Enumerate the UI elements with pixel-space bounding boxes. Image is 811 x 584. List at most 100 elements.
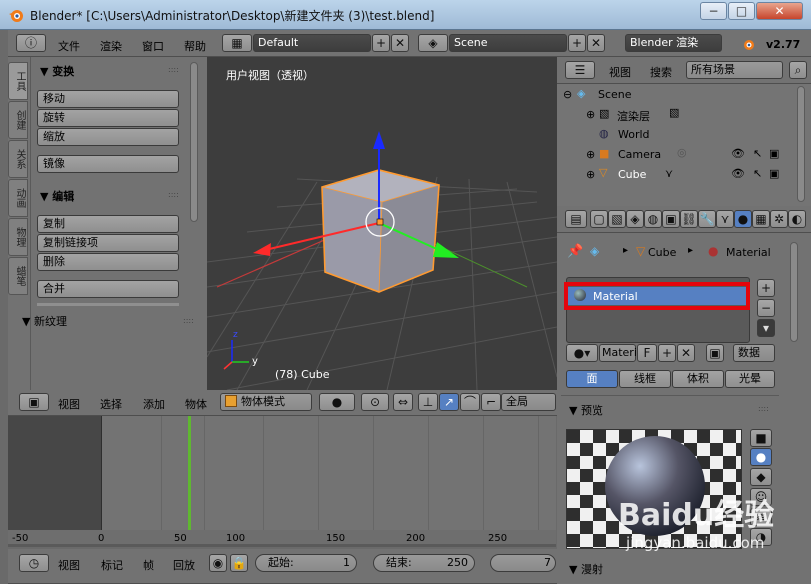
visibility-eye-icon[interactable]: 👁 bbox=[731, 167, 745, 180]
screen-layout-icon[interactable]: ▦ bbox=[222, 34, 252, 52]
mirror-button[interactable]: 镜像 bbox=[37, 155, 179, 173]
modifiers-tab-icon[interactable]: 🔧 bbox=[698, 210, 716, 228]
transform-manipulator-icon[interactable]: ⊥ bbox=[418, 393, 438, 411]
current-frame-field[interactable]: 7 bbox=[490, 554, 556, 572]
outliner-row-scene[interactable]: Scene bbox=[598, 88, 632, 101]
duplicate-button[interactable]: 复制 bbox=[37, 215, 179, 233]
constraints-tab-icon[interactable]: ⛓ bbox=[680, 210, 698, 228]
remove-slot-icon[interactable]: − bbox=[757, 299, 775, 317]
tab-physics[interactable]: 物理 bbox=[8, 218, 28, 256]
expand-icon[interactable]: ⊕ bbox=[586, 168, 595, 181]
translate-button[interactable]: 移动 bbox=[37, 90, 179, 108]
drag-handle-icon[interactable]: :::: bbox=[168, 190, 179, 199]
render-layers-tab-icon[interactable]: ▧ bbox=[608, 210, 626, 228]
tab-surface[interactable]: 面 bbox=[566, 370, 618, 388]
menu-view[interactable]: 视图 bbox=[58, 396, 80, 412]
outliner-row-cube[interactable]: Cube bbox=[618, 168, 646, 181]
timeline-editor-icon[interactable]: ◷ bbox=[19, 554, 49, 572]
rotate-manipulator-icon[interactable]: ⌒ bbox=[460, 393, 480, 411]
translate-manipulator-icon[interactable]: ↗ bbox=[439, 393, 459, 411]
timeline-menu-playback[interactable]: 回放 bbox=[173, 557, 195, 573]
visibility-eye-icon[interactable]: 👁 bbox=[731, 147, 745, 160]
drag-handle-icon[interactable]: :::: bbox=[758, 404, 769, 413]
scale-manipulator-icon[interactable]: ⌐ bbox=[481, 393, 501, 411]
viewport-shading-icon[interactable]: ● bbox=[319, 393, 355, 411]
properties-scrollbar[interactable] bbox=[790, 242, 798, 342]
scale-button[interactable]: 缩放 bbox=[37, 128, 179, 146]
preview-panel-title[interactable]: ▼ 预览 bbox=[569, 402, 603, 418]
new-material-icon[interactable]: + bbox=[658, 344, 676, 362]
renderability-camera-icon[interactable]: ▣ bbox=[769, 167, 779, 180]
rotate-button[interactable]: 旋转 bbox=[37, 109, 179, 127]
properties-editor-icon[interactable]: ▤ bbox=[565, 210, 587, 228]
auto-key-icon[interactable]: ◉ bbox=[209, 554, 227, 572]
scene-tab-icon[interactable]: ◈ bbox=[626, 210, 644, 228]
material-name-field[interactable]: Materi bbox=[599, 344, 637, 362]
tab-grease-pencil[interactable]: 蜡笔 bbox=[8, 257, 28, 295]
tool-shelf-scrollbar[interactable] bbox=[190, 62, 198, 222]
renderability-camera-icon[interactable]: ▣ bbox=[769, 147, 779, 160]
mesh-data-tab-icon[interactable]: ⋎ bbox=[716, 210, 734, 228]
timeline-menu-frame[interactable]: 帧 bbox=[143, 557, 154, 573]
menu-render[interactable]: 渲染 bbox=[100, 38, 122, 54]
physics-tab-icon[interactable]: ◐ bbox=[788, 210, 806, 228]
timeline-menu-view[interactable]: 视图 bbox=[58, 557, 80, 573]
render-tab-icon[interactable]: ▢ bbox=[590, 210, 608, 228]
fake-user-button[interactable]: F bbox=[637, 344, 657, 362]
end-frame-field[interactable]: 结束: 250 bbox=[373, 554, 475, 572]
editor-type-3d-icon[interactable]: ▣ bbox=[19, 393, 49, 411]
manipulator-icon[interactable]: ⇔ bbox=[393, 393, 413, 411]
add-layout-icon[interactable]: + bbox=[372, 34, 390, 52]
render-engine-select[interactable]: Blender 渲染 bbox=[625, 34, 722, 52]
preview-sphere-icon[interactable]: ● bbox=[750, 448, 772, 466]
lock-range-icon[interactable]: 🔒 bbox=[230, 554, 248, 572]
menu-help[interactable]: 帮助 bbox=[184, 38, 206, 54]
timeline-area[interactable] bbox=[8, 416, 556, 531]
drag-handle-icon[interactable]: :::: bbox=[183, 316, 194, 325]
menu-window[interactable]: 窗口 bbox=[142, 38, 164, 54]
add-slot-icon[interactable]: + bbox=[757, 279, 775, 297]
layout-field[interactable]: Default bbox=[253, 34, 371, 52]
close-button[interactable]: ✕ bbox=[756, 2, 803, 20]
outliner-menu-view[interactable]: 视图 bbox=[609, 64, 631, 80]
new-texture-panel-title[interactable]: ▼ 新纹理 bbox=[22, 313, 67, 329]
outliner-row-camera[interactable]: Camera bbox=[618, 148, 661, 161]
preview-flat-icon[interactable]: ■ bbox=[750, 429, 772, 447]
expand-icon[interactable]: ⊕ bbox=[586, 148, 595, 161]
tab-relations[interactable]: 关系 bbox=[8, 140, 28, 178]
menu-object[interactable]: 物体 bbox=[185, 396, 207, 412]
start-frame-field[interactable]: 起始: 1 bbox=[255, 554, 357, 572]
3d-viewport[interactable]: 用户视图（透视） z y (78) Cube bbox=[207, 57, 557, 390]
tab-volume[interactable]: 体积 bbox=[672, 370, 724, 388]
remove-layout-icon[interactable]: ✕ bbox=[391, 34, 409, 52]
duplicate-linked-button[interactable]: 复制链接项 bbox=[37, 234, 179, 252]
pivot-point-icon[interactable]: ⊙ bbox=[361, 393, 389, 411]
join-button[interactable]: 合并 bbox=[37, 280, 179, 298]
selectability-cursor-icon[interactable]: ↖ bbox=[753, 167, 762, 180]
selectability-cursor-icon[interactable]: ↖ bbox=[753, 147, 762, 160]
tab-animation[interactable]: 动画 bbox=[8, 179, 28, 217]
link-select[interactable]: 数据 bbox=[733, 344, 775, 362]
outliner-filter-select[interactable]: 所有场景 bbox=[686, 61, 783, 79]
timeline-ruler[interactable]: -50 0 50 100 150 200 250 bbox=[8, 530, 556, 547]
remove-scene-icon[interactable]: ✕ bbox=[587, 34, 605, 52]
menu-select[interactable]: 选择 bbox=[100, 396, 122, 412]
delete-button[interactable]: 删除 bbox=[37, 253, 179, 271]
info-editor-icon[interactable]: ⓘ bbox=[16, 34, 46, 52]
tab-create[interactable]: 创建 bbox=[8, 101, 28, 139]
outliner-row-render-layers[interactable]: 渲染层 bbox=[617, 108, 650, 124]
pin-icon[interactable]: 📌 bbox=[567, 244, 583, 259]
scene-icon[interactable]: ◈ bbox=[418, 34, 448, 52]
transform-panel-title[interactable]: ▼ 变换 bbox=[40, 63, 74, 79]
material-tab-icon[interactable]: ● bbox=[734, 210, 752, 228]
texture-tab-icon[interactable]: ▦ bbox=[752, 210, 770, 228]
unlink-material-icon[interactable]: ✕ bbox=[677, 344, 695, 362]
timeline-playhead[interactable] bbox=[188, 416, 191, 530]
add-scene-icon[interactable]: + bbox=[568, 34, 586, 52]
diffuse-panel-title[interactable]: ▼ 漫射 bbox=[569, 561, 603, 577]
outliner-editor-icon[interactable]: ☰ bbox=[565, 61, 595, 79]
outliner-scrollbar[interactable] bbox=[797, 86, 805, 202]
outliner-menu-search[interactable]: 搜索 bbox=[650, 64, 672, 80]
world-tab-icon[interactable]: ◍ bbox=[644, 210, 662, 228]
link-icon[interactable]: ▣ bbox=[706, 344, 724, 362]
